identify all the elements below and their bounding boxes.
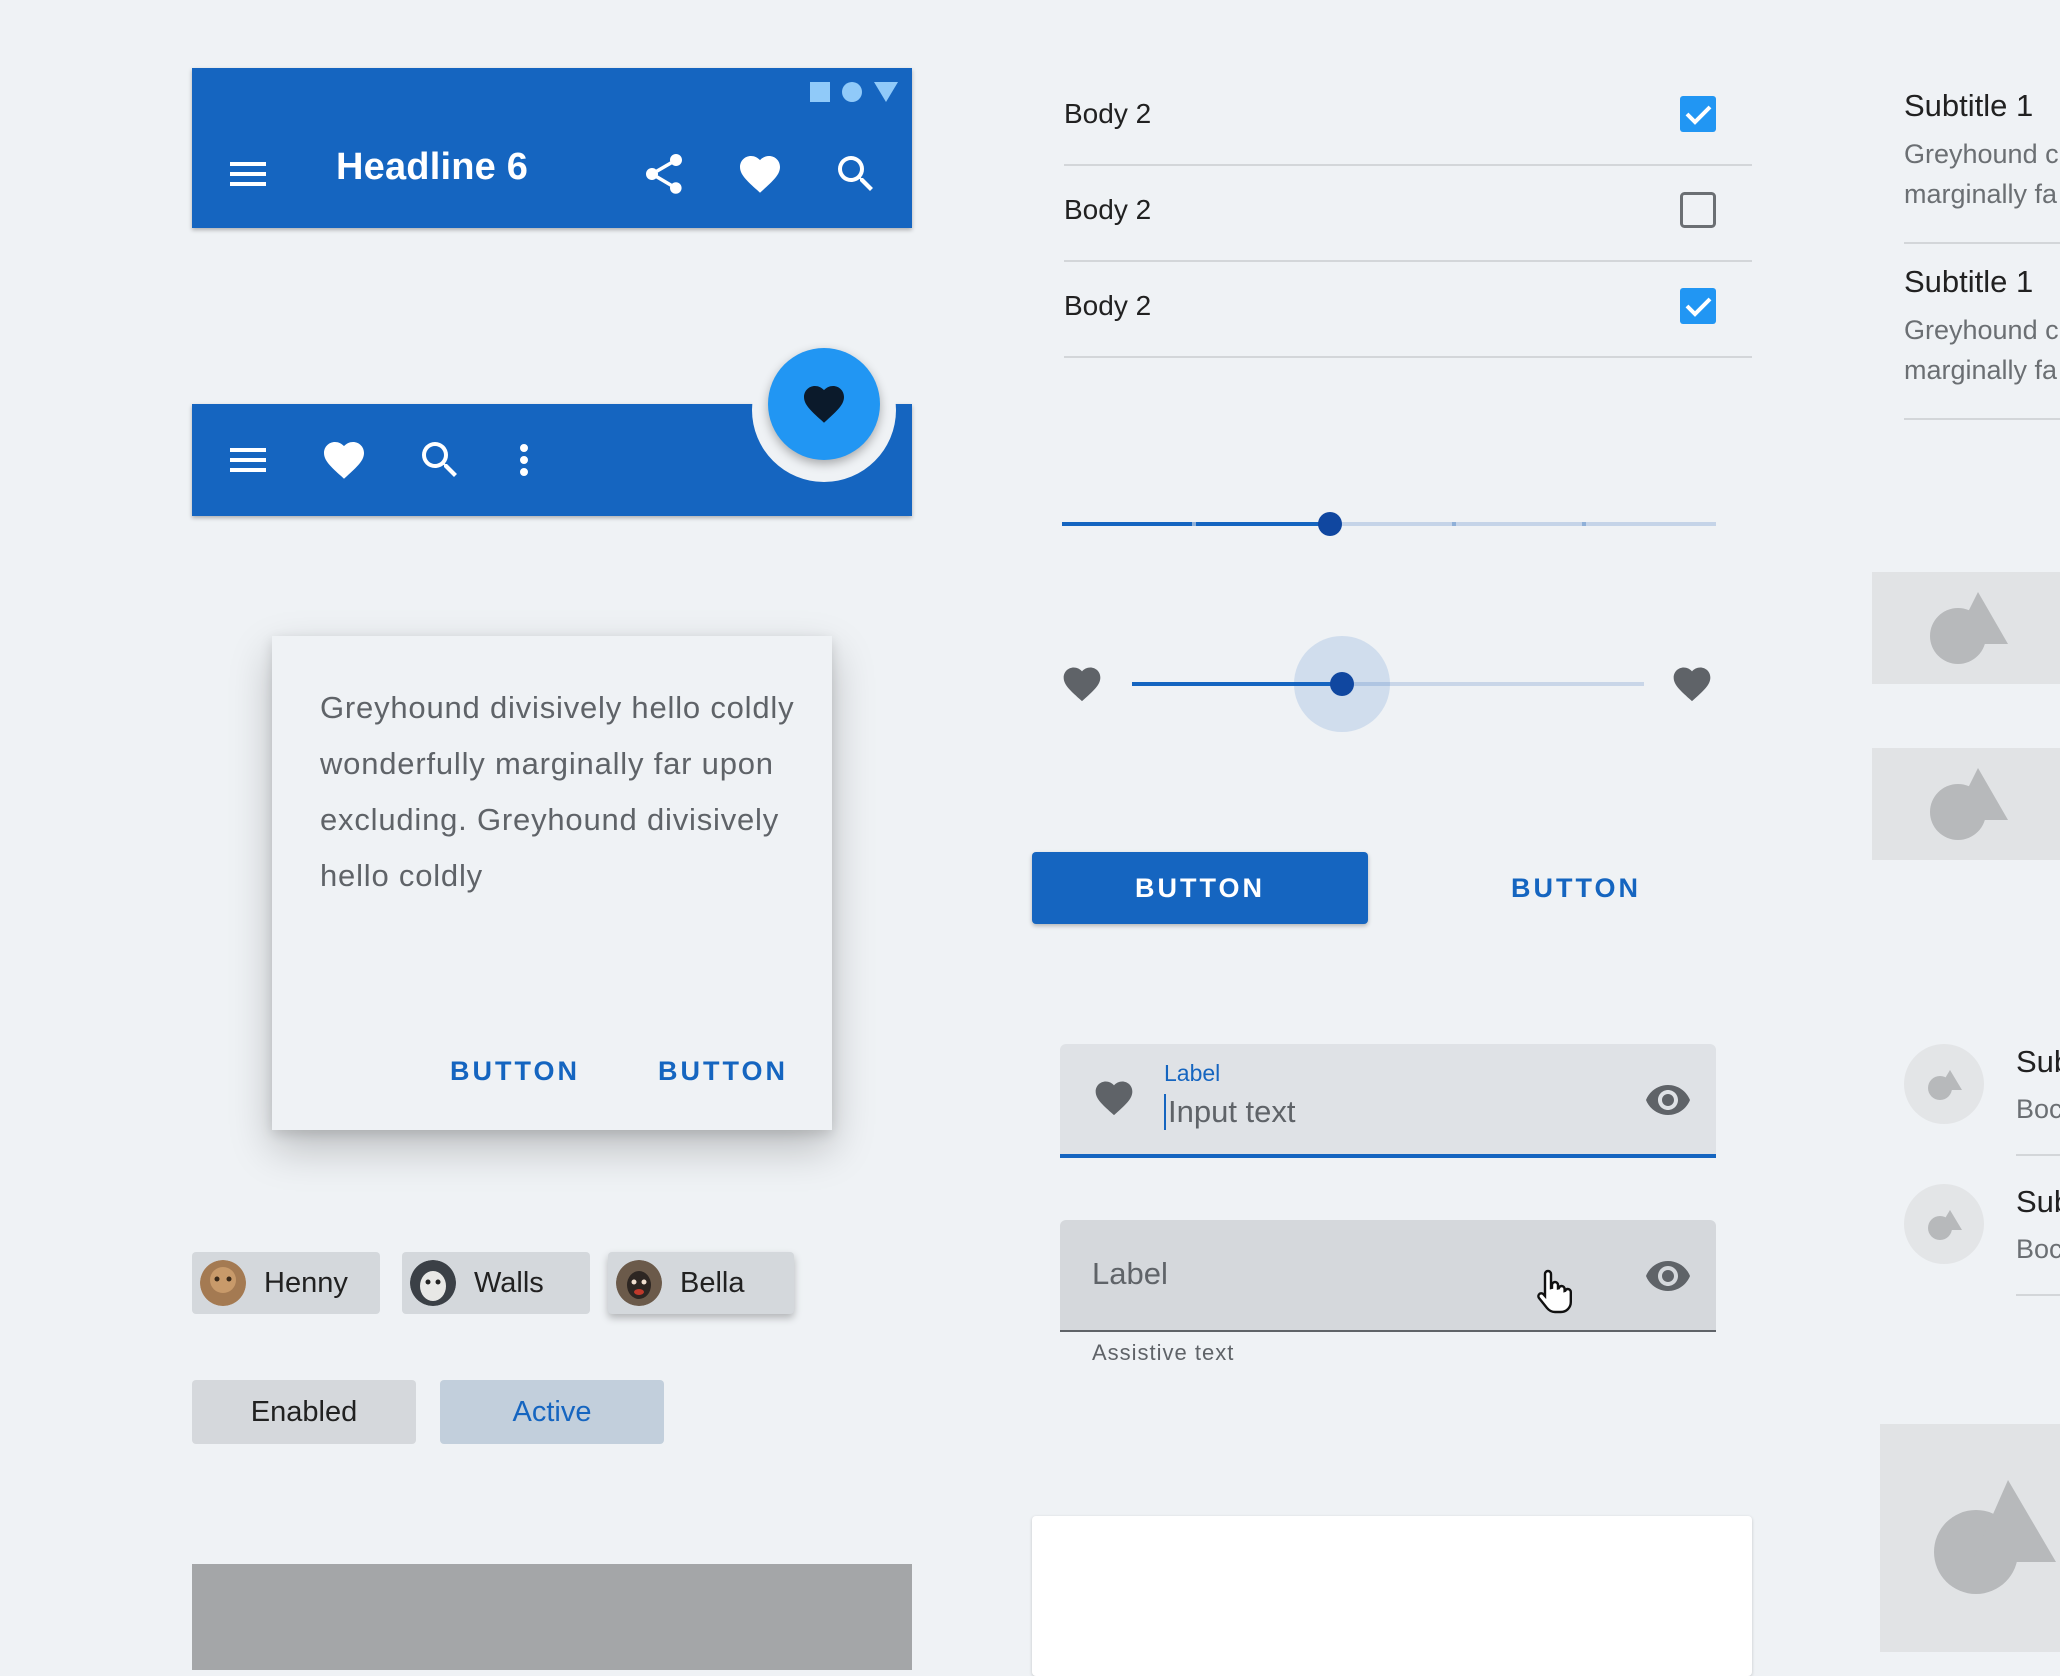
- chip-bella[interactable]: Bella: [608, 1252, 794, 1314]
- text-field-value[interactable]: Input text: [1164, 1094, 1296, 1130]
- list-item[interactable]: Subtitle 1 Greyhound c marginally fa: [1904, 244, 2060, 420]
- shapes-icon: [1928, 1070, 1962, 1100]
- avatar: [616, 1260, 662, 1306]
- chip-walls[interactable]: Walls: [402, 1252, 590, 1314]
- slider-thumb[interactable]: [1329, 672, 1354, 696]
- divider: [2016, 1294, 2060, 1296]
- shapes-icon: [1930, 592, 2008, 664]
- slider-tick: [1582, 522, 1586, 526]
- filter-chip-enabled[interactable]: Enabled: [192, 1380, 416, 1444]
- top-app-bar: Headline 6: [192, 68, 912, 228]
- list-item-label: Body 2: [1064, 290, 1152, 321]
- visibility-icon[interactable]: [1644, 1076, 1692, 1124]
- checkbox-checked[interactable]: [1678, 94, 1718, 134]
- list-item[interactable]: Body 2: [1064, 260, 1752, 358]
- dialog-body-text: Greyhound divisively hello coldly wonder…: [320, 690, 795, 893]
- image-placeholder: [1872, 748, 2060, 860]
- favorite-icon: [1673, 667, 1711, 702]
- list-item-body: Boc: [2016, 1234, 2060, 1264]
- divider: [2016, 1154, 2060, 1156]
- chip-label: Walls: [474, 1266, 544, 1299]
- circle-icon: [842, 82, 862, 102]
- assistive-text: Assistive text: [1092, 1340, 1235, 1365]
- list-item[interactable]: Body 2: [1064, 68, 1752, 166]
- fab-button[interactable]: [768, 348, 880, 460]
- avatar: [1904, 1184, 1984, 1264]
- list-item-label: Body 2: [1064, 98, 1152, 129]
- status-bar: [810, 82, 898, 102]
- image-placeholder: [1880, 1424, 2060, 1652]
- dialog-button-2[interactable]: BUTTON: [658, 1056, 788, 1087]
- triangle-icon: [874, 82, 898, 102]
- list-item-title: Sub: [2016, 1184, 2060, 1219]
- shapes-icon: [1930, 768, 2008, 840]
- avatar: [200, 1260, 246, 1306]
- visibility-icon[interactable]: [1644, 1252, 1692, 1300]
- slider-tick: [1452, 522, 1456, 526]
- image-placeholder: [192, 1564, 912, 1670]
- chip-henny[interactable]: Henny: [192, 1252, 380, 1314]
- chip-label: Henny: [264, 1266, 348, 1299]
- list-item[interactable]: Subtitle 1 Greyhound c marginally fa: [1904, 68, 2060, 244]
- avatar: [410, 1260, 456, 1306]
- chip-label: Bella: [680, 1266, 745, 1299]
- list-item-body: marginally fa: [1904, 179, 2058, 209]
- search-icon[interactable]: [416, 436, 464, 484]
- checkbox-checked[interactable]: [1678, 286, 1718, 326]
- list-item-label: Body 2: [1064, 194, 1152, 225]
- slider-track-active: [1062, 522, 1331, 526]
- list-item-title: Sub: [2016, 1044, 2060, 1079]
- text-button[interactable]: BUTTON: [1470, 852, 1682, 924]
- menu-icon[interactable]: [224, 150, 272, 198]
- text-field-focused[interactable]: Label Input text: [1060, 1044, 1716, 1158]
- checkbox-unchecked[interactable]: [1678, 190, 1718, 230]
- square-icon: [810, 82, 830, 102]
- text-field-hover[interactable]: Label: [1060, 1220, 1716, 1332]
- list-item-body: Greyhound c: [1904, 139, 2059, 169]
- slider-thumb[interactable]: [1318, 512, 1343, 536]
- list-item-body: Greyhound c: [1904, 315, 2059, 345]
- text-field-label: Label: [1092, 1256, 1168, 1291]
- dialog-button-1[interactable]: BUTTON: [450, 1056, 580, 1087]
- favorite-icon[interactable]: [320, 436, 368, 484]
- app-bar-title: Headline 6: [336, 146, 529, 188]
- contained-button[interactable]: BUTTON: [1032, 852, 1368, 924]
- slider-tick: [1192, 522, 1196, 526]
- image-placeholder: [1872, 572, 2060, 684]
- filter-chip-active[interactable]: Active: [440, 1380, 664, 1444]
- list-item[interactable]: Body 2: [1064, 164, 1752, 262]
- search-icon[interactable]: [832, 150, 880, 198]
- shapes-icon: [1928, 1210, 1962, 1240]
- list-item-body: Boc: [2016, 1094, 2060, 1124]
- avatar: [1904, 1044, 1984, 1124]
- hand-cursor-icon: [1537, 1269, 1572, 1314]
- favorite-icon: [1063, 667, 1101, 702]
- card: [1032, 1516, 1752, 1676]
- list-item-title: Subtitle 1: [1904, 264, 2034, 299]
- text-field-label: Label: [1164, 1060, 1221, 1086]
- favorite-icon: [1095, 1081, 1133, 1116]
- favorite-icon: [804, 386, 844, 423]
- menu-icon[interactable]: [224, 436, 272, 484]
- share-icon[interactable]: [640, 150, 688, 198]
- shapes-icon: [1934, 1480, 2056, 1594]
- favorite-icon[interactable]: [736, 150, 784, 198]
- more-vert-icon[interactable]: [500, 436, 548, 484]
- list-item-title: Subtitle 1: [1904, 88, 2034, 123]
- list-item-body: marginally fa: [1904, 355, 2058, 385]
- dialog: Greyhound divisively hello coldly wonder…: [272, 636, 832, 1130]
